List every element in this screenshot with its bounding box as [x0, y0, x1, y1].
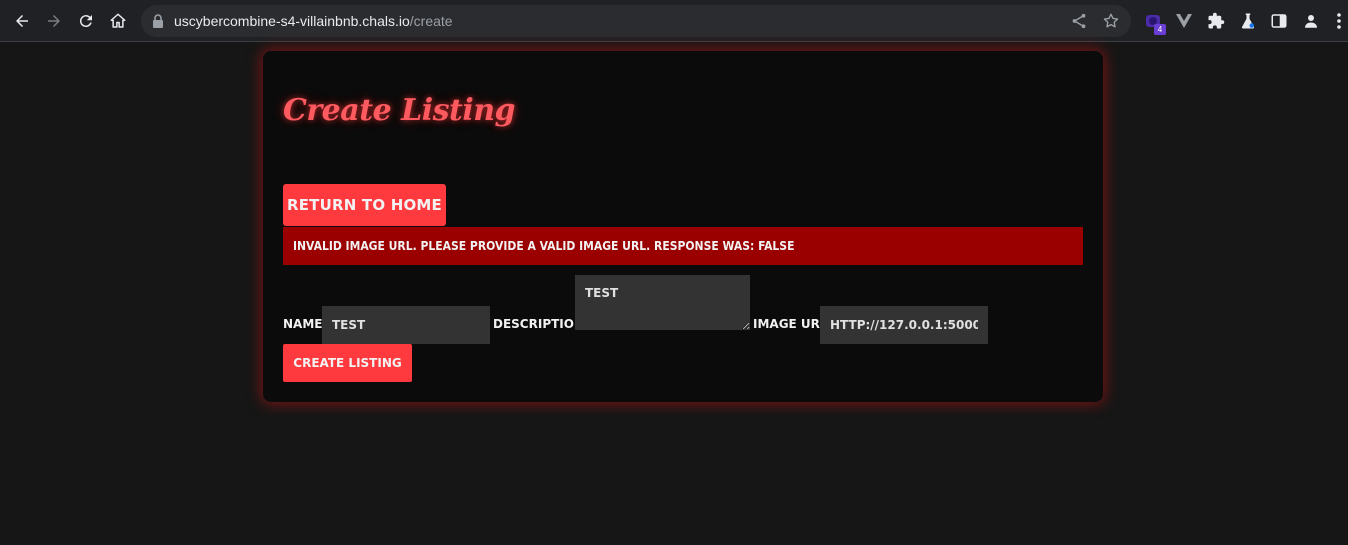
image-url-input[interactable]	[820, 306, 988, 344]
url-text[interactable]: uscybercombine-s4-villainbnb.chals.io/cr…	[174, 13, 453, 29]
create-listing-button[interactable]: Create Listing	[283, 344, 412, 382]
page-title: Create Listing	[283, 93, 516, 128]
forward-button[interactable]	[42, 9, 66, 33]
labs-flask-icon[interactable]	[1238, 11, 1258, 31]
extension-badge: 4	[1154, 24, 1166, 35]
kebab-menu-icon[interactable]	[1333, 11, 1345, 31]
return-home-button[interactable]: Return to Home	[283, 184, 446, 226]
arrow-left-icon	[16, 15, 28, 27]
puzzle-icon[interactable]	[1206, 11, 1226, 31]
home-icon	[110, 13, 126, 28]
share-icon[interactable]	[1070, 12, 1088, 30]
create-listing-card: Create Listing Return to Home Invalid im…	[263, 51, 1103, 402]
reload-button[interactable]	[74, 9, 98, 33]
browser-toolbar: uscybercombine-s4-villainbnb.chals.io/cr…	[0, 0, 1348, 42]
name-input[interactable]	[322, 306, 490, 344]
reload-icon	[79, 15, 92, 28]
arrow-right-icon	[48, 15, 60, 27]
back-button[interactable]	[10, 9, 34, 33]
vue-devtools-icon[interactable]	[1174, 11, 1194, 31]
lock-icon	[153, 14, 163, 28]
star-icon[interactable]	[1102, 12, 1120, 30]
profile-icon[interactable]	[1301, 11, 1321, 31]
error-alert: Invalid image URL. Please provide a vali…	[283, 227, 1083, 265]
home-button[interactable]	[106, 9, 130, 33]
description-textarea[interactable]: test	[575, 275, 750, 330]
address-bar[interactable]: uscybercombine-s4-villainbnb.chals.io/cr…	[141, 5, 1131, 37]
side-panel-icon[interactable]	[1269, 11, 1289, 31]
name-label: Name:	[283, 317, 328, 331]
